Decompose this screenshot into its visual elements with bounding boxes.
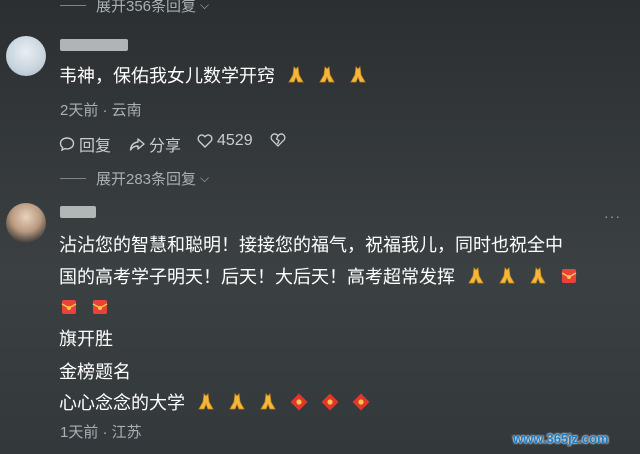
comment-text: 沾沾您的智慧和聪明！接接您的福气，祝福我儿，同时也祝全中 国的高考学子明天！后天… [59, 232, 629, 420]
comment-line: 旗开胜 [59, 329, 113, 349]
avatar[interactable] [6, 36, 46, 76]
chevron-down-icon: ⌵ [200, 0, 210, 12]
fu-emoji [351, 392, 371, 420]
reply-label: 回复 [79, 138, 112, 155]
fu-emoji [289, 392, 309, 420]
dislike-button[interactable] [270, 132, 290, 148]
comment-line-with-emoji: 国的高考学子明天！后天！大后天！高考超常发挥 [59, 264, 629, 294]
pray-emoji [227, 392, 247, 420]
comment-line: 金榜题名 [59, 362, 131, 382]
divider-line [60, 178, 86, 179]
red-envelope-emoji [559, 266, 579, 294]
divider-line [60, 5, 86, 6]
pray-emoji [286, 65, 306, 93]
reply-icon [59, 137, 75, 152]
pray-emoji [348, 65, 368, 93]
avatar[interactable] [6, 203, 46, 243]
more-icon[interactable]: ··· [604, 208, 621, 224]
like-count: 4529 [217, 132, 253, 149]
emoji-row [53, 295, 629, 325]
expand-replies-label: 展开356条回复 [96, 0, 197, 15]
chevron-down-icon: ⌵ [200, 171, 210, 185]
comment-meta: 1天前 · 江苏 [60, 424, 142, 441]
pray-emoji [528, 266, 548, 294]
dislike-icon [270, 133, 286, 147]
reply-button[interactable]: 回复 [59, 132, 111, 156]
pray-emoji [317, 65, 337, 93]
pray-emoji [196, 392, 216, 420]
comment-line: 沾沾您的智慧和聪明！接接您的福气，祝福我儿，同时也祝全中 [59, 235, 563, 255]
username-blurred[interactable] [60, 39, 128, 51]
expand-replies-top[interactable]: 展开356条回复 ⌵ [60, 0, 209, 16]
comment-meta: 2天前 · 云南 [60, 102, 142, 119]
fu-emoji [320, 392, 340, 420]
pray-emoji [258, 392, 278, 420]
pray-emoji [466, 266, 486, 294]
red-envelope-emoji [90, 297, 110, 325]
watermark: www.365jz.com [513, 431, 609, 446]
username-blurred[interactable] [60, 206, 96, 218]
red-envelope-emoji [59, 297, 79, 325]
share-label: 分享 [149, 138, 182, 155]
like-button[interactable]: 4529 [197, 132, 253, 150]
comment-line-with-emoji: 心心念念的大学 [59, 390, 629, 420]
pray-emoji [497, 266, 517, 294]
comment-text: 韦神，保佑我女儿数学开窍 [59, 63, 368, 93]
expand-replies-label: 展开283条回复 [96, 171, 197, 188]
share-button[interactable]: 分享 [129, 132, 181, 156]
expand-replies[interactable]: 展开283条回复 ⌵ [60, 168, 209, 189]
heart-icon [197, 134, 213, 148]
share-icon [129, 138, 145, 151]
